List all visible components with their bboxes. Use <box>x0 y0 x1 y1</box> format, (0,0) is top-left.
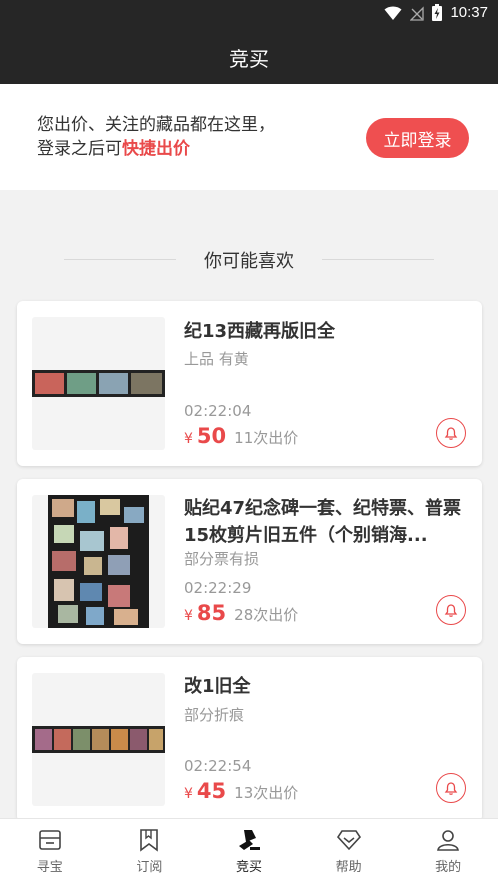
item-price: 50 <box>196 424 227 448</box>
header: 竞买 <box>0 30 498 84</box>
recommend-section-header: 你可能喜欢 <box>0 240 498 278</box>
item-title: 纪13西藏再版旧全 <box>184 321 336 342</box>
page-title: 竞买 <box>229 46 269 71</box>
auction-card[interactable]: 贴纪47纪念碑一套、纪特票、普票15枚剪片旧五件（个别销海... 部分票有损 0… <box>17 479 482 644</box>
battery-charging-icon <box>432 4 443 21</box>
bid-count: 28次出价 <box>234 606 299 624</box>
tab-label: 订阅 <box>136 860 163 875</box>
tab-label: 我的 <box>435 860 462 875</box>
tab-mine[interactable]: 我的 <box>398 819 498 885</box>
stamp-strip-image <box>32 726 165 753</box>
price-row: ¥ 85 28次出价 <box>184 601 298 625</box>
tab-auction[interactable]: 竞买 <box>199 819 299 885</box>
gavel-icon <box>238 830 260 850</box>
item-price: 45 <box>196 779 227 803</box>
tab-treasure-hunt[interactable]: 寻宝 <box>0 819 100 885</box>
bell-icon <box>444 427 458 440</box>
login-prompt: 您出价、关注的藏品都在这里， 登录之后可快捷出价 <box>37 113 275 161</box>
price-row: ¥ 50 11次出价 <box>184 424 298 448</box>
item-condition: 上品 有黄 <box>184 350 249 368</box>
remind-bell-button[interactable] <box>436 773 466 803</box>
tab-label: 寻宝 <box>36 860 63 875</box>
item-countdown: 02:22:54 <box>184 757 252 775</box>
tab-label: 帮助 <box>335 860 362 875</box>
stamp-strip-image <box>32 370 165 397</box>
status-time: 10:37 <box>450 4 488 21</box>
stamp-collage-image <box>48 495 149 628</box>
no-signal-icon <box>410 5 425 21</box>
item-countdown: 02:22:29 <box>184 579 252 597</box>
bid-count: 13次出价 <box>234 784 299 802</box>
item-price: 85 <box>196 601 227 625</box>
tab-help[interactable]: 帮助 <box>299 819 399 885</box>
bottom-tab-bar: 寻宝 订阅 竞买 帮助 我的 <box>0 818 498 885</box>
status-bar: 10:37 <box>0 0 498 30</box>
quick-bid-highlight: 快捷出价 <box>122 139 190 159</box>
login-button[interactable]: 立即登录 <box>366 118 469 158</box>
tab-label: 竞买 <box>235 860 262 875</box>
bell-icon <box>444 782 458 795</box>
item-thumbnail[interactable] <box>32 673 165 806</box>
currency-symbol: ¥ <box>184 608 193 624</box>
section-title: 你可能喜欢 <box>204 251 294 272</box>
item-condition: 部分票有损 <box>184 550 260 568</box>
auction-card[interactable]: 纪13西藏再版旧全 上品 有黄 02:22:04 ¥ 50 11次出价 <box>17 301 482 466</box>
diamond-icon <box>336 830 361 851</box>
tab-subscribe[interactable]: 订阅 <box>100 819 200 885</box>
currency-symbol: ¥ <box>184 786 193 802</box>
bid-count: 11次出价 <box>234 429 299 447</box>
auction-card[interactable]: 改1旧全 部分折痕 02:22:54 ¥ 45 13次出价 <box>17 657 482 822</box>
remind-bell-button[interactable] <box>436 595 466 625</box>
currency-symbol: ¥ <box>184 431 193 447</box>
item-title: 贴纪47纪念碑一套、纪特票、普票15枚剪片旧五件（个别销海... <box>184 498 462 546</box>
login-prompt-line1: 您出价、关注的藏品都在这里， <box>37 115 275 135</box>
login-banner: 您出价、关注的藏品都在这里， 登录之后可快捷出价 立即登录 <box>0 84 498 190</box>
divider-right <box>322 259 434 260</box>
box-icon <box>38 830 61 850</box>
user-icon <box>437 830 460 851</box>
bell-icon <box>444 604 458 617</box>
item-thumbnail[interactable] <box>32 495 165 628</box>
item-title: 改1旧全 <box>184 676 251 697</box>
login-prompt-line2: 登录之后可快捷出价 <box>37 137 275 161</box>
login-prompt-prefix: 登录之后可 <box>37 139 122 159</box>
bookmark-icon <box>140 829 159 852</box>
item-countdown: 02:22:04 <box>184 402 252 420</box>
remind-bell-button[interactable] <box>436 418 466 448</box>
price-row: ¥ 45 13次出价 <box>184 779 298 803</box>
item-thumbnail[interactable] <box>32 317 165 450</box>
item-condition: 部分折痕 <box>184 706 245 724</box>
wifi-icon <box>384 6 402 20</box>
